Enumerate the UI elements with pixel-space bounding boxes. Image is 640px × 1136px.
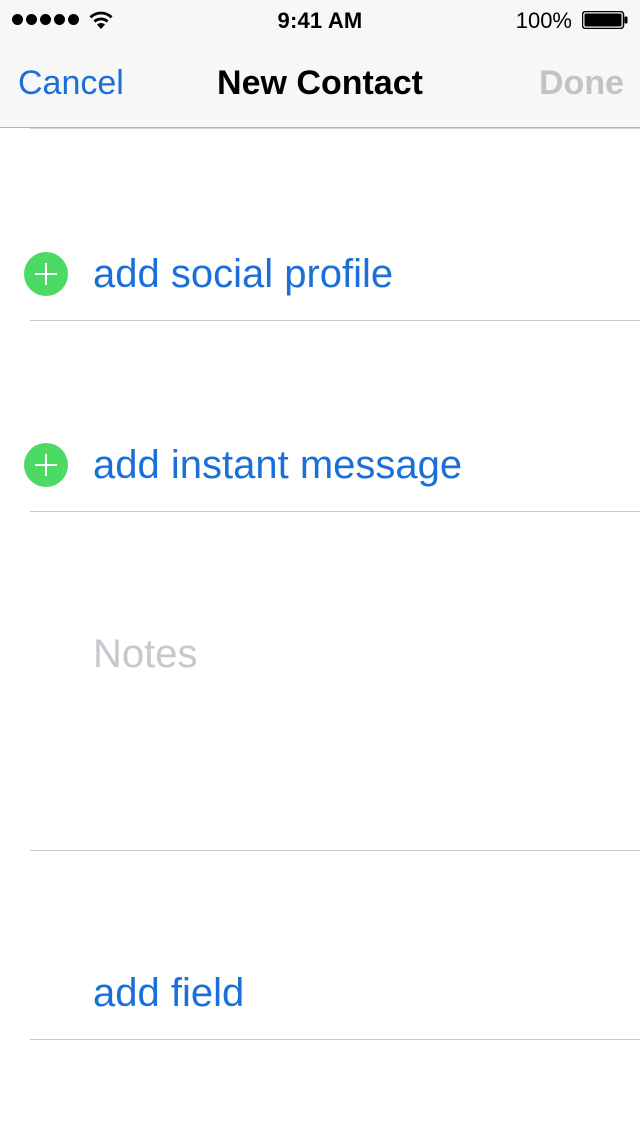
battery-full-icon (582, 11, 628, 29)
add-circle-icon[interactable] (24, 443, 68, 487)
section-divider (30, 128, 640, 129)
new-contact-screen: 9:41 AM 100% Cancel New Contact Done add… (0, 0, 640, 1136)
row-divider (30, 320, 640, 321)
add-circle-icon[interactable] (24, 252, 68, 296)
add-social-profile-row[interactable]: add social profile (0, 230, 640, 320)
notes-field[interactable]: Notes (93, 632, 198, 677)
row-divider (30, 511, 640, 512)
add-field-row[interactable]: add field (0, 950, 640, 1039)
done-button[interactable]: Done (539, 64, 624, 103)
row-divider (30, 1039, 640, 1040)
row-divider (30, 850, 640, 851)
battery-percent: 100% (515, 8, 572, 33)
status-bar: 9:41 AM 100% (0, 0, 640, 40)
add-instant-message-label[interactable]: add instant message (93, 443, 462, 488)
add-field-label[interactable]: add field (93, 971, 244, 1016)
add-social-profile-label[interactable]: add social profile (93, 252, 393, 297)
add-instant-message-row[interactable]: add instant message (0, 421, 640, 511)
navigation-bar: Cancel New Contact Done (0, 40, 640, 128)
